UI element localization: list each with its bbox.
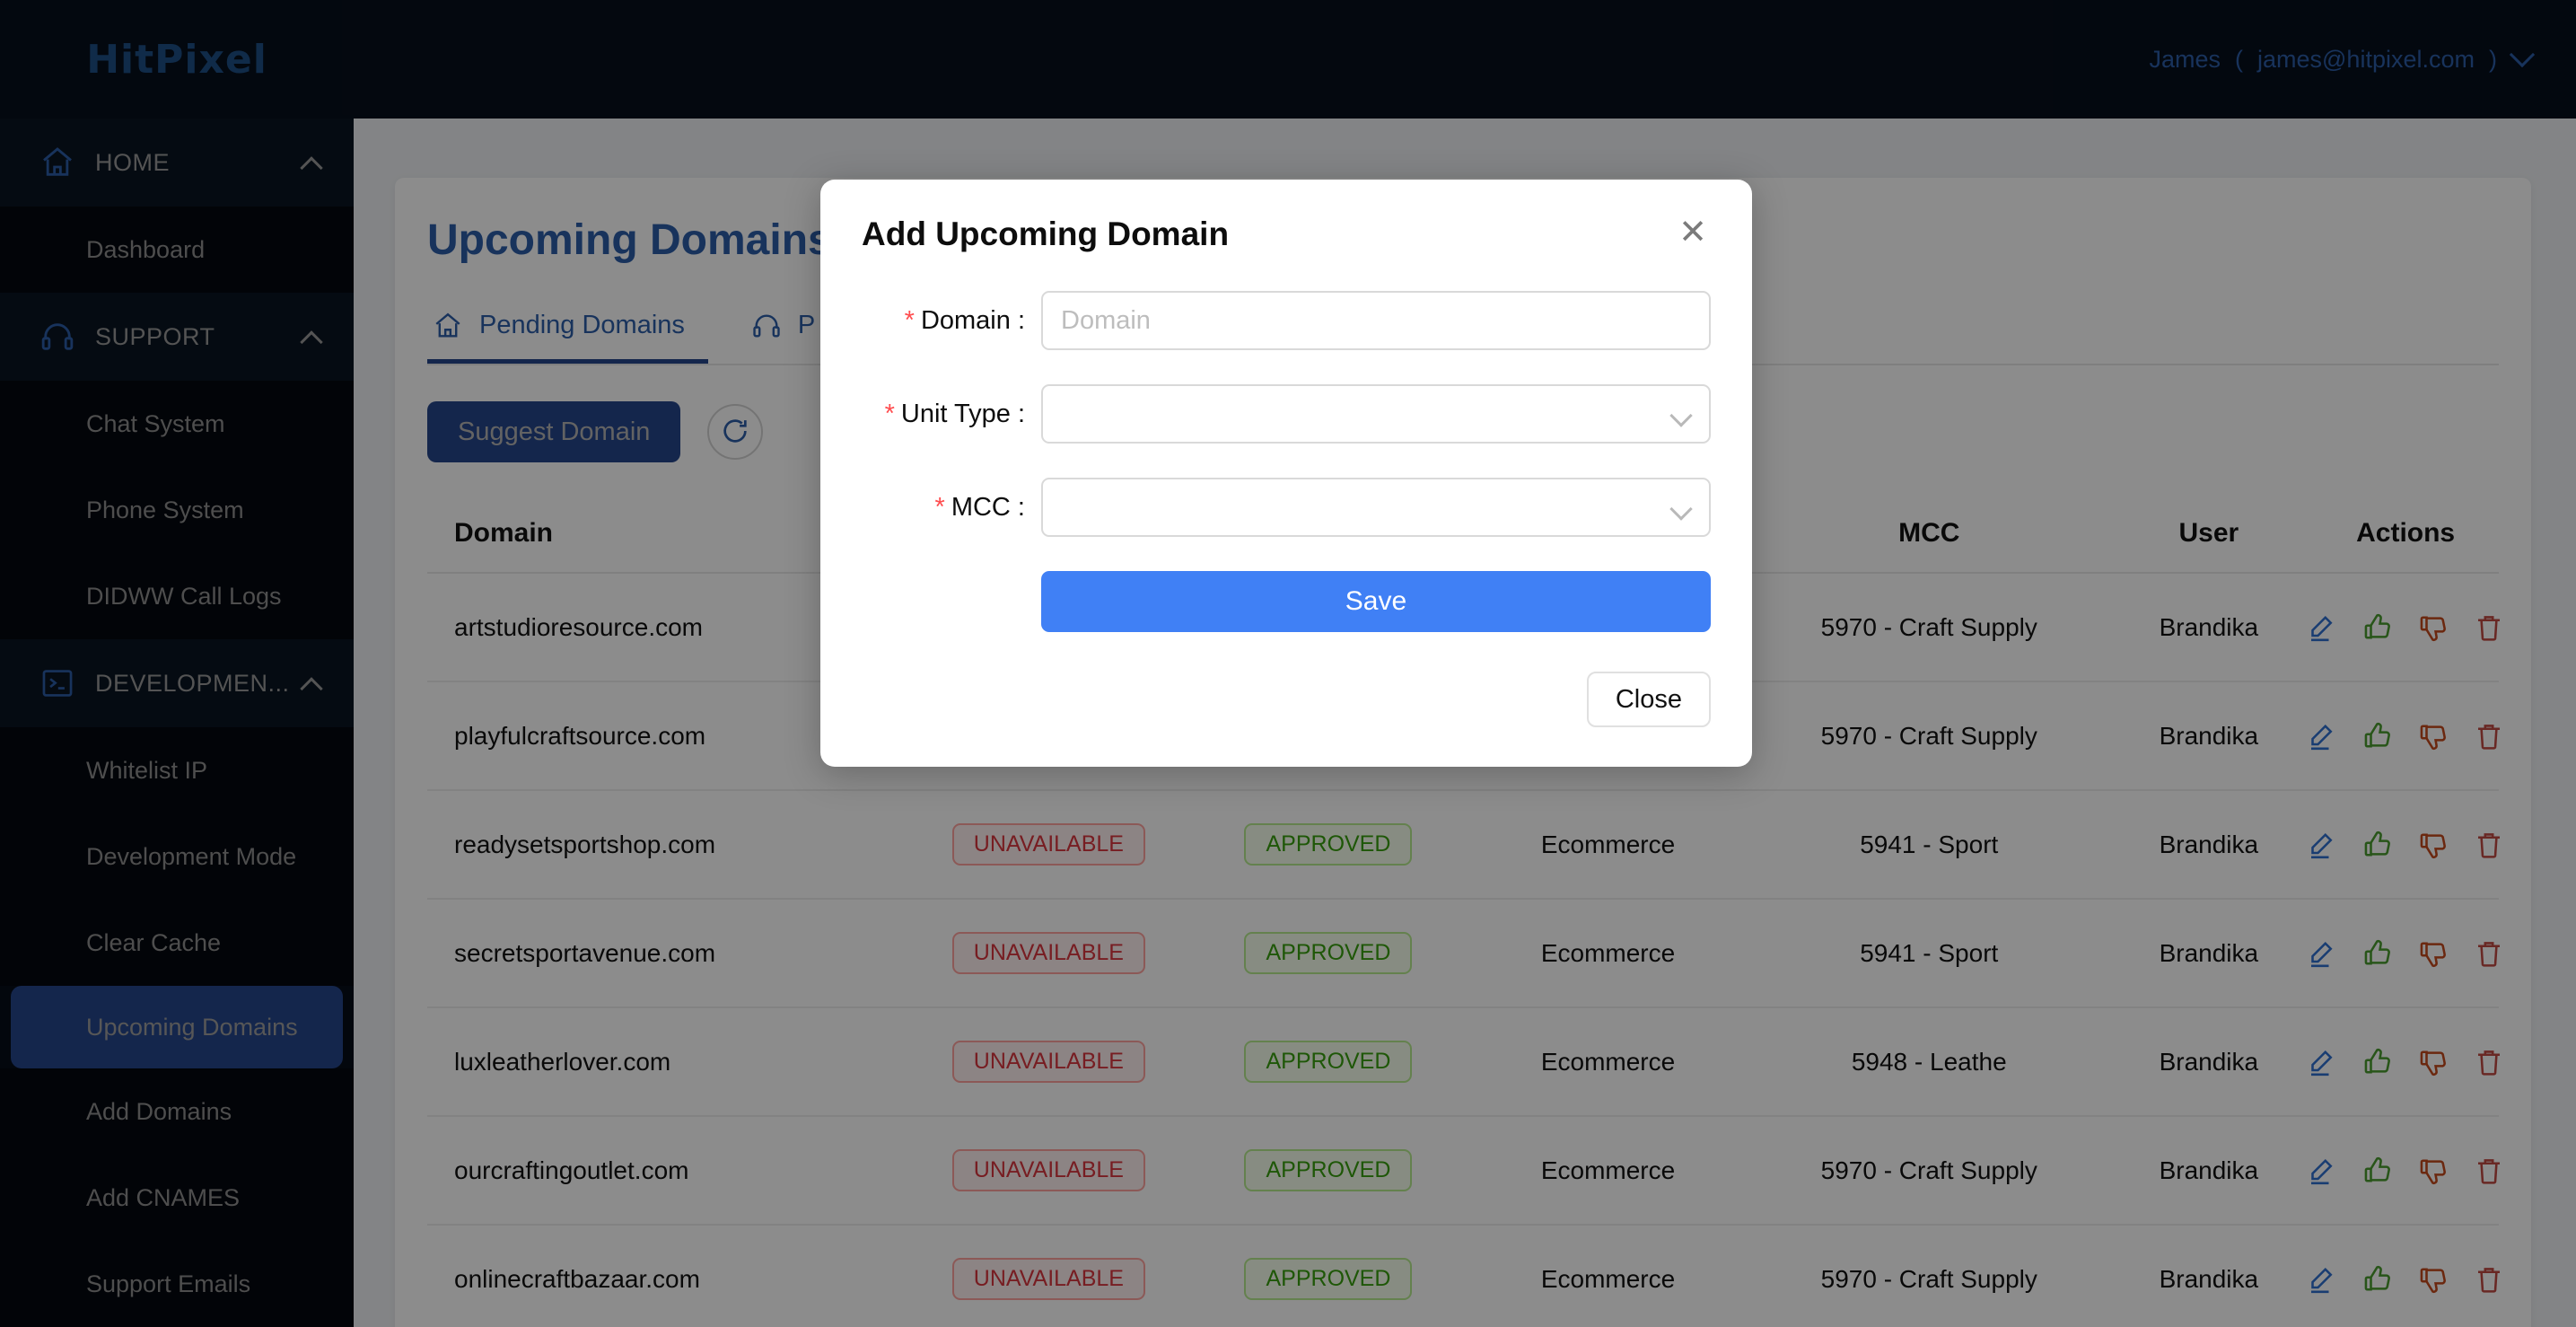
required-asterisk: *: [904, 305, 915, 335]
domain-label-text: Domain :: [920, 305, 1025, 335]
unit-type-label-text: Unit Type :: [900, 399, 1025, 428]
modal-footer: Close: [862, 672, 1711, 727]
close-icon[interactable]: ✕: [1675, 215, 1711, 250]
unit-type-select[interactable]: [1041, 384, 1711, 444]
required-asterisk: *: [884, 399, 895, 428]
save-button[interactable]: Save: [1041, 571, 1711, 632]
close-button[interactable]: Close: [1586, 672, 1711, 727]
app-root: HitPixel James ( james@hitpixel.com ) HO…: [0, 0, 2576, 1327]
add-upcoming-domain-modal: Add Upcoming Domain ✕ *Domain : *Unit Ty…: [820, 180, 1752, 767]
chevron-down-icon: [1669, 404, 1693, 427]
domain-field-label: * Domain :: [862, 306, 1041, 336]
mcc-field-label: * MCC :: [862, 493, 1041, 523]
unit-type-field-label: * Unit Type :: [862, 400, 1041, 429]
form-row-domain: * Domain :: [862, 291, 1711, 350]
save-row-spacer: [862, 571, 1041, 632]
mcc-select[interactable]: [1041, 478, 1711, 537]
form-row-mcc: * MCC :: [862, 478, 1711, 537]
modal-header: Add Upcoming Domain ✕: [862, 215, 1711, 253]
form-row-unit-type: * Unit Type :: [862, 384, 1711, 444]
mcc-label-text: MCC :: [951, 492, 1025, 522]
chevron-down-icon: [1669, 497, 1693, 521]
modal-title: Add Upcoming Domain: [862, 215, 1230, 252]
required-asterisk: *: [934, 492, 945, 522]
save-row: Save: [862, 571, 1711, 632]
domain-input[interactable]: [1041, 291, 1711, 350]
